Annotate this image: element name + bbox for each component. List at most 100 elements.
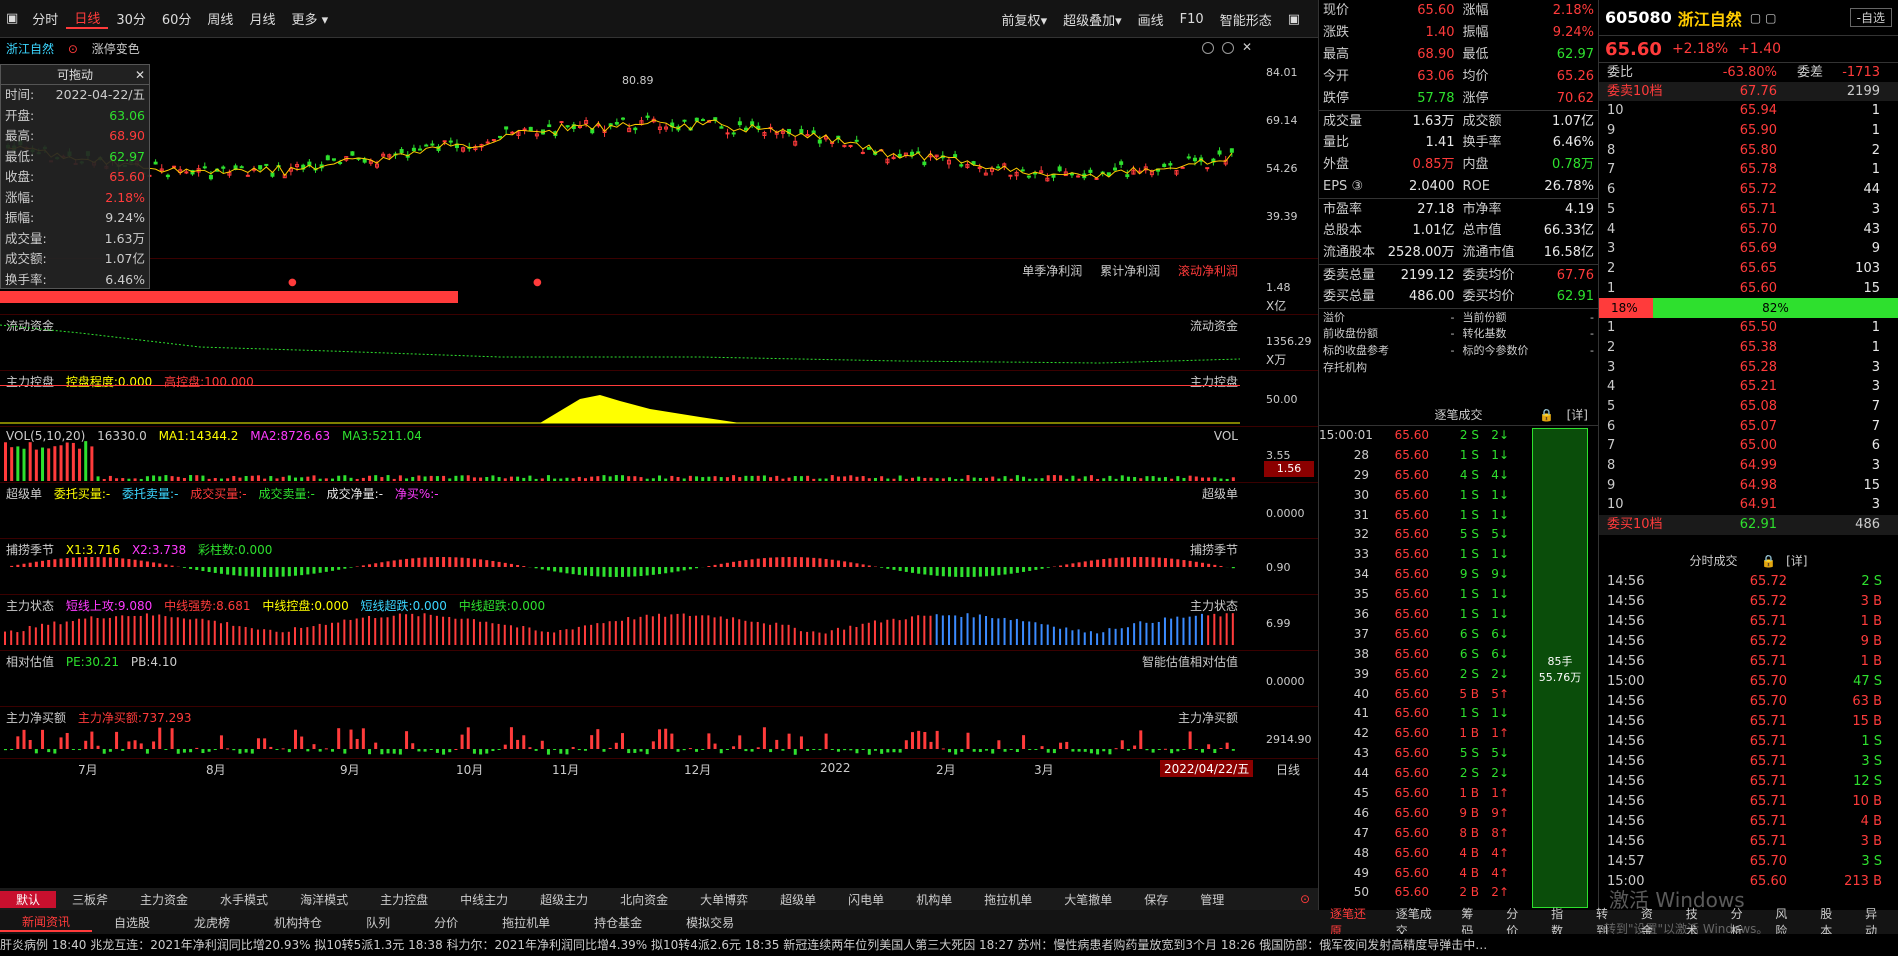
strategy-tab[interactable]: 水手模式 bbox=[204, 891, 284, 908]
fishing-season-panel[interactable]: 捕捞季节 X1:3.716 X2:3.738 彩柱数:0.000 捕捞季节 0.… bbox=[0, 538, 1318, 594]
super-order-panel[interactable]: 超级单 委托买量:- 委托卖量:- 成交买量:- 成交卖量:- 成交净量:- 净… bbox=[0, 482, 1318, 538]
fishing-bar bbox=[1163, 558, 1167, 567]
tab-monthly[interactable]: 月线 bbox=[241, 9, 283, 28]
buy-level-row[interactable]: 3 65.28 3 bbox=[1599, 358, 1898, 378]
strategy-tab[interactable]: 闪电单 bbox=[832, 891, 900, 908]
valuation-panel[interactable]: 相对估值 PE:30.21 PB:4.10 智能估值相对估值 0.0000 bbox=[0, 650, 1318, 706]
sell-level-row[interactable]: 1 65.60 15 bbox=[1599, 279, 1898, 299]
volume-bar bbox=[855, 476, 859, 481]
draw-button[interactable]: 画线 bbox=[1130, 10, 1172, 29]
sell-level-row[interactable]: 7 65.78 1 bbox=[1599, 160, 1898, 180]
info-tab[interactable]: 自选股 bbox=[92, 914, 172, 931]
strategy-tab[interactable]: 主力资金 bbox=[124, 891, 204, 908]
strategy-tab[interactable]: 大笔撤单 bbox=[1048, 891, 1128, 908]
bell-icon[interactable]: ▢ bbox=[1750, 11, 1761, 25]
panel-toggle-icon[interactable]: ▣ bbox=[1280, 12, 1308, 27]
strategy-tab[interactable]: 超级主力 bbox=[524, 891, 604, 908]
netbuy-bar bbox=[170, 728, 174, 749]
sell-level-row[interactable]: 8 65.80 2 bbox=[1599, 141, 1898, 161]
netbuy-bar bbox=[818, 749, 822, 751]
buy-level-row[interactable]: 2 65.38 1 bbox=[1599, 338, 1898, 358]
tab-rolling-profit[interactable]: 滚动净利润 bbox=[1178, 264, 1238, 278]
liquidity-panel[interactable]: 流动资金 流动资金 1356.29 X万 bbox=[0, 314, 1318, 370]
strategy-tab[interactable]: 三板斧 bbox=[56, 891, 124, 908]
strategy-tab[interactable]: 海洋模式 bbox=[284, 891, 364, 908]
minute-trades-panel[interactable]: 分时成交 🔒 [详] 14:56 65.72 2 S 14:56 65.72 3 B 14:… bbox=[1598, 550, 1898, 912]
strategy-tab[interactable]: 主力控盘 bbox=[364, 891, 444, 908]
close-icon[interactable]: ✕ bbox=[135, 65, 145, 85]
layout-icon[interactable]: ▣ bbox=[0, 11, 24, 26]
info-tab[interactable]: 拖拉机单 bbox=[480, 914, 572, 931]
strategy-tab[interactable]: 北向资金 bbox=[604, 891, 684, 908]
buy-level-row[interactable]: 6 65.07 7 bbox=[1599, 417, 1898, 437]
strategy-tab[interactable]: 中线主力 bbox=[444, 891, 524, 908]
sell-level-row[interactable]: 10 65.94 1 bbox=[1599, 101, 1898, 121]
sell-level-row[interactable]: 2 65.65 103 bbox=[1599, 259, 1898, 279]
strategy-tab[interactable]: 默认 bbox=[0, 890, 57, 908]
sell-level-row[interactable]: 6 65.72 44 bbox=[1599, 180, 1898, 200]
tab-60min[interactable]: 60分 bbox=[154, 9, 200, 28]
info-tab[interactable]: 机构持仓 bbox=[252, 914, 344, 931]
sell-level-row[interactable]: 5 65.71 3 bbox=[1599, 200, 1898, 220]
tab-30min[interactable]: 30分 bbox=[108, 9, 154, 28]
sell-level-row[interactable]: 4 65.70 43 bbox=[1599, 220, 1898, 240]
profit-panel[interactable]: 单季净利润 累计净利润 滚动净利润 ● ● 1.48 X亿 bbox=[0, 258, 1318, 314]
tab-cum-profit[interactable]: 累计净利润 bbox=[1100, 264, 1160, 278]
buy-level-row[interactable]: 4 65.21 3 bbox=[1599, 377, 1898, 397]
strategy-tab[interactable]: 拖拉机单 bbox=[968, 891, 1048, 908]
buy-level-row[interactable]: 10 64.91 3 bbox=[1599, 495, 1898, 515]
info-tab[interactable]: 分价 bbox=[412, 914, 480, 931]
info-tab[interactable]: 模拟交易 bbox=[664, 914, 756, 931]
net-buy-panel[interactable]: 主力净买额 主力净买额:737.293 主力净买额 2914.90 bbox=[0, 706, 1318, 758]
sell-level-row[interactable]: 3 65.69 9 bbox=[1599, 239, 1898, 259]
kline-chart[interactable] bbox=[0, 38, 1318, 258]
state-bar bbox=[1151, 622, 1154, 645]
kline-panel[interactable]: 浙江自然 ⊙ 涨停变色 ✕ 84.01 69.14 54.26 39.39 80… bbox=[0, 38, 1318, 258]
buy-level-row[interactable]: 5 65.08 7 bbox=[1599, 397, 1898, 417]
info-tab[interactable]: 新闻资讯 bbox=[0, 913, 93, 932]
buy-level-row[interactable]: 1 65.50 1 bbox=[1599, 318, 1898, 338]
trades-detail-link[interactable]: [详] bbox=[1567, 404, 1588, 426]
overlay-button[interactable]: 超级叠加▾ bbox=[1055, 10, 1130, 29]
fishing-bar bbox=[676, 567, 680, 572]
volume-panel[interactable]: VOL(5,10,20) 16330.0 MA1:14344.2 MA2:872… bbox=[0, 426, 1318, 482]
min-trades-detail[interactable]: [详] bbox=[1786, 554, 1807, 568]
tab-more[interactable]: 更多 ▾ bbox=[283, 9, 336, 28]
info-tab[interactable]: 队列 bbox=[344, 914, 412, 931]
buy-level-row[interactable]: 8 64.99 3 bbox=[1599, 456, 1898, 476]
info-tab[interactable]: 持仓基金 bbox=[572, 914, 664, 931]
buy-level-row[interactable]: 9 64.98 15 bbox=[1599, 476, 1898, 496]
volume-bar bbox=[744, 475, 748, 481]
strategy-tab[interactable]: 超级单 bbox=[764, 891, 832, 908]
tick-trades-panel[interactable]: 逐笔成交 🔒 [详] 15:00:01 65.60 2 S 2↓ 28 65.60 1 S1… bbox=[1318, 404, 1598, 910]
crosshair-info-box[interactable]: 可拖动 ✕ 时间: 2022-04-22/五 开盘: 63.06 最高: 68.90 最… bbox=[0, 64, 150, 289]
strategy-tab[interactable]: 机构单 bbox=[900, 891, 968, 908]
quote-value: 63.06 bbox=[1417, 69, 1455, 84]
collapse-icon[interactable]: ⊙ bbox=[1300, 892, 1310, 906]
tab-weekly[interactable]: 周线 bbox=[199, 9, 241, 28]
buy-level-row[interactable]: 7 65.00 6 bbox=[1599, 436, 1898, 456]
add-watch-icon[interactable]: ▢ bbox=[1765, 11, 1776, 25]
valuation-title: 相对估值 bbox=[6, 655, 55, 669]
tab-quarter-profit[interactable]: 单季净利润 bbox=[1022, 264, 1082, 278]
lock-icon[interactable]: 🔒 bbox=[1539, 404, 1554, 426]
fishing-bar bbox=[670, 567, 674, 573]
news-ticker[interactable]: 肝炎病例 18:40 兆龙互连：2021年净利润同比增20.93% 拟10转5派… bbox=[0, 934, 1898, 956]
strategy-tab[interactable]: 保存 bbox=[1128, 891, 1184, 908]
smart-pattern-button[interactable]: 智能形态 bbox=[1212, 10, 1280, 29]
quote-row: 量比 1.41 换手率 6.46% bbox=[1319, 132, 1598, 154]
adjust-button[interactable]: 前复权▾ bbox=[994, 10, 1056, 29]
netbuy-bar bbox=[281, 748, 285, 750]
f10-button[interactable]: F10 bbox=[1172, 12, 1212, 27]
chart-area[interactable]: 浙江自然 ⊙ 涨停变色 ✕ 84.01 69.14 54.26 39.39 80… bbox=[0, 38, 1318, 874]
strategy-tab[interactable]: 大单博弈 bbox=[684, 891, 764, 908]
strategy-tab[interactable]: 管理 bbox=[1184, 891, 1240, 908]
sell-level-row[interactable]: 9 65.90 1 bbox=[1599, 121, 1898, 141]
self-select-button[interactable]: -自选 bbox=[1849, 8, 1892, 27]
main-state-panel[interactable]: 主力状态 短线上攻:9.080 中线强势:8.681 中线控盘:0.000 短线… bbox=[0, 594, 1318, 650]
tab-daily[interactable]: 日线 bbox=[66, 8, 109, 29]
tab-fenshi[interactable]: 分时 bbox=[24, 9, 66, 28]
lock-icon[interactable]: 🔒 bbox=[1761, 554, 1776, 568]
info-tab[interactable]: 龙虎榜 bbox=[172, 914, 252, 931]
control-panel[interactable]: 主力控盘 控盘程度:0.000 高控盘:100.000 主力控盘 50.00 bbox=[0, 370, 1318, 426]
